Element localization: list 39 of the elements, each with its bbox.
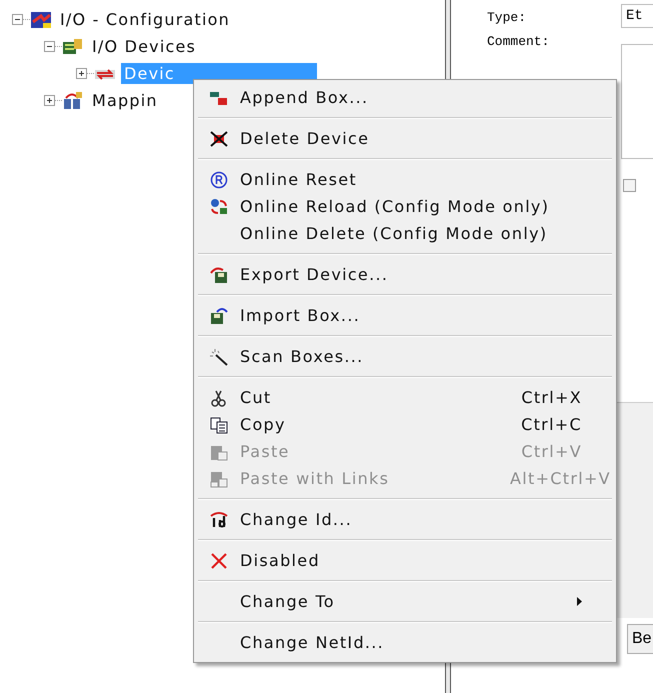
type-field[interactable]: Et [621,4,653,28]
mapping-icon [62,90,84,110]
menu-item[interactable]: Export Device... [196,261,614,288]
import-icon [209,306,229,324]
wand-icon [209,348,229,366]
menu-item[interactable]: Scan Boxes... [196,343,614,370]
menu-item[interactable]: Online Reload (Config Mode only) [196,193,614,220]
copy-icon [209,416,229,434]
cross-icon [209,552,229,570]
menu-item[interactable]: Copy Ctrl+C [196,411,614,438]
expander-icon[interactable] [44,95,55,106]
menu-item[interactable]: Change To [196,588,614,615]
menu-item[interactable]: Change Id... [196,506,614,533]
expander-icon[interactable] [76,68,87,79]
delete-icon [209,130,229,148]
expander-icon[interactable] [44,41,55,52]
checkbox[interactable] [623,179,636,192]
comment-label: Comment: [487,33,550,49]
comment-field[interactable] [621,44,653,159]
tool-button[interactable]: Be [627,624,653,654]
menu-item[interactable]: Online Reset [196,166,614,193]
expander-icon[interactable] [12,14,23,25]
menu-item[interactable]: Append Box... [196,84,614,111]
config-icon [30,10,52,30]
tree-item[interactable]: I/O Devices [89,36,200,57]
registered-icon [209,170,229,188]
tree-item[interactable]: Mappin [89,90,161,111]
reload-icon [209,198,229,216]
type-label: Type: [487,9,528,25]
tree-item[interactable]: I/O - Configuration [57,9,233,30]
menu-item[interactable]: Delete Device [196,125,614,152]
menu-item[interactable]: Cut Ctrl+X [196,384,614,411]
menu-item[interactable]: Disabled [196,547,614,574]
id-icon [209,510,229,528]
menu-item[interactable]: Change NetId... [196,629,614,656]
menu-item[interactable]: Import Box... [196,302,614,329]
menu-item[interactable]: Online Delete (Config Mode only) [196,220,614,247]
export-icon [209,266,229,284]
devices-icon [62,36,84,56]
